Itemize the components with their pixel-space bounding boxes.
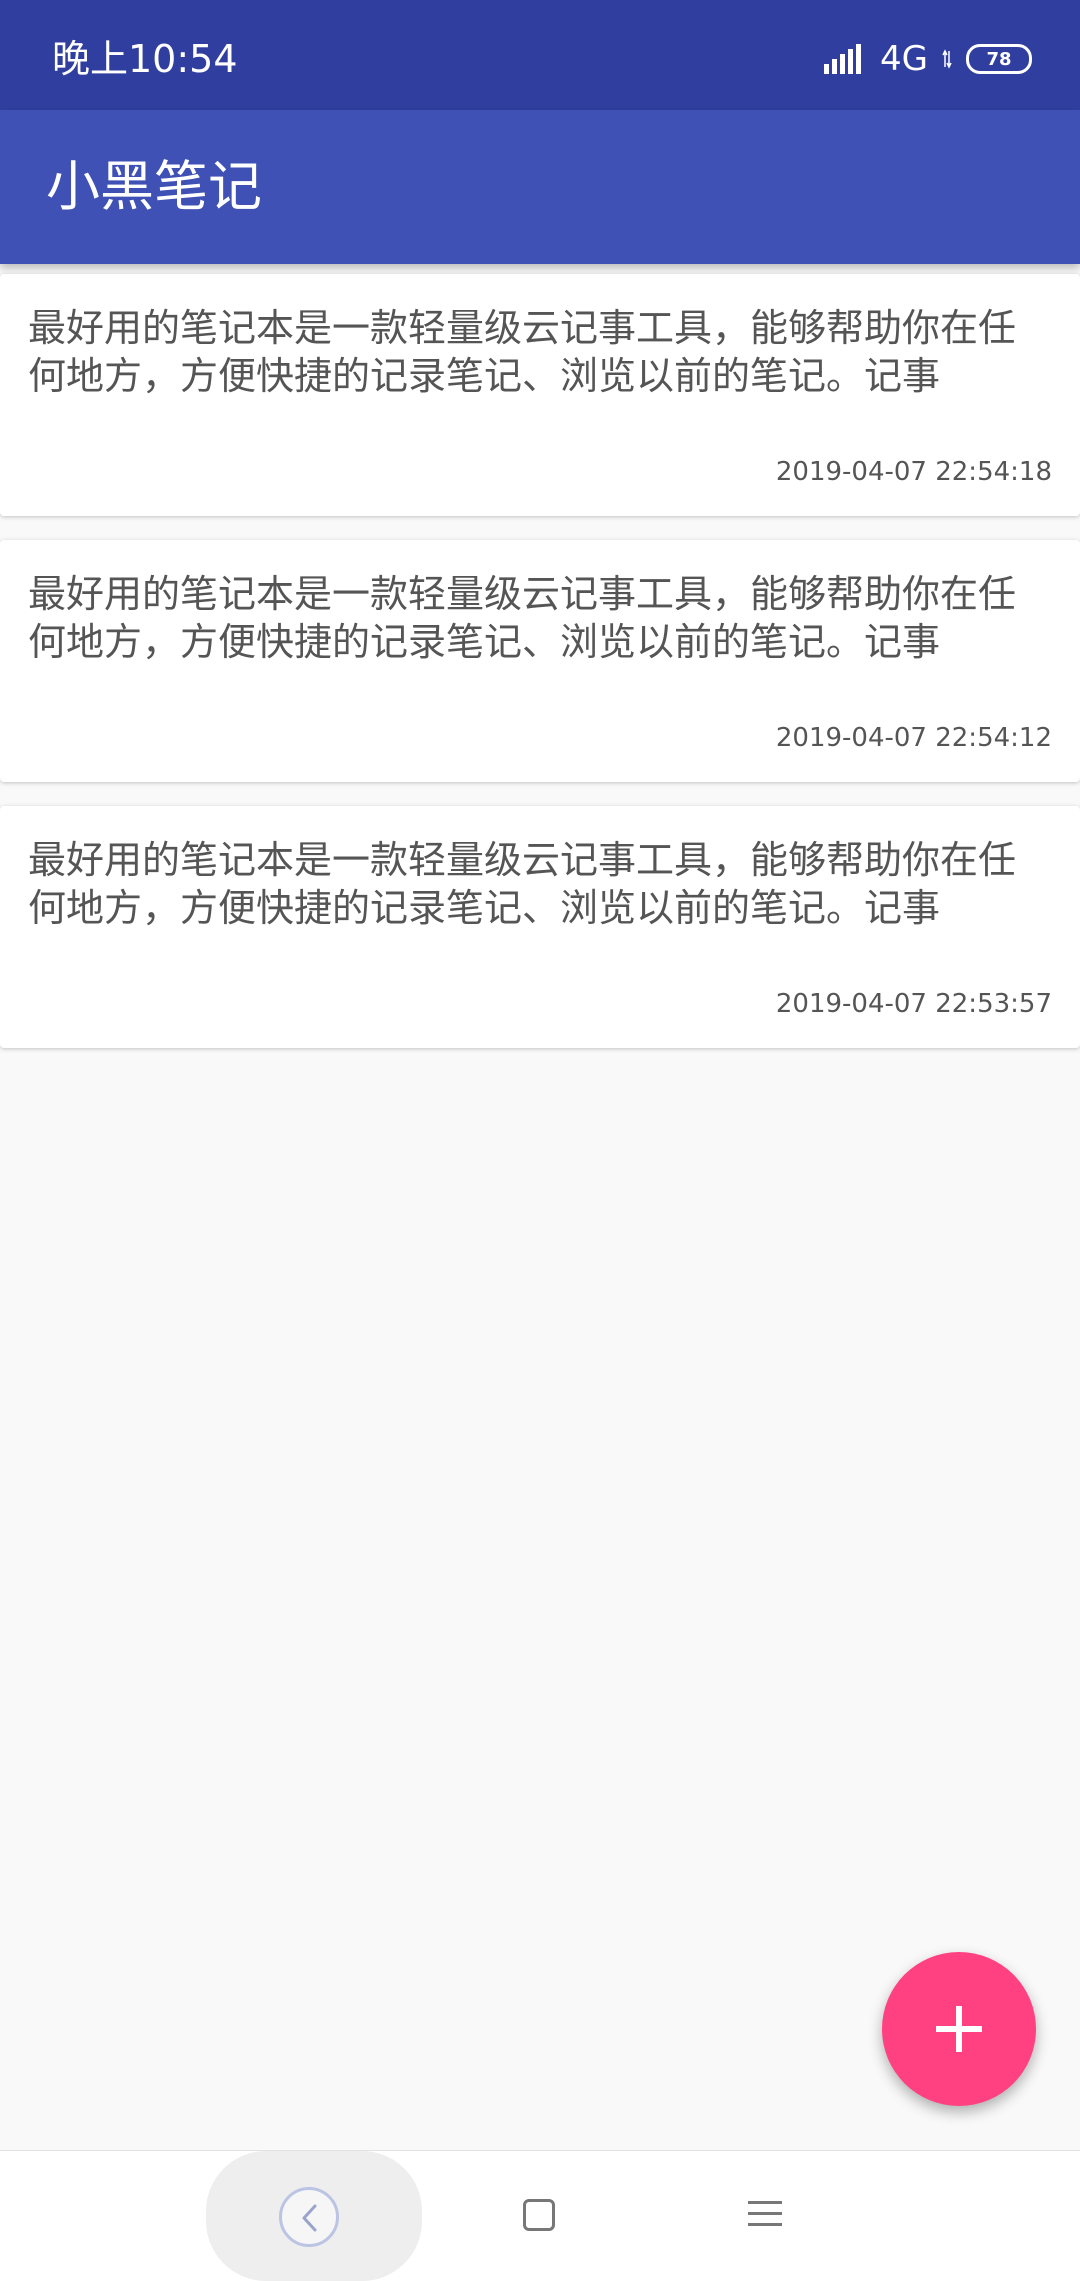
- status-bar: 晚上10:54 4G 78: [0, 0, 1080, 110]
- app-bar: 小黑笔记: [0, 110, 1080, 264]
- home-button[interactable]: [523, 2199, 555, 2231]
- status-indicators: 4G 78: [824, 36, 1032, 82]
- battery-level: 78: [986, 48, 1012, 70]
- note-text: 最好用的笔记本是一款轻量级云记事工具，能够帮助你在任何地方，方便快捷的记录笔记、…: [28, 572, 1017, 664]
- note-card[interactable]: 最好用的笔记本是一款轻量级云记事工具，能够帮助你在任何地方，方便快捷的记录笔记、…: [0, 274, 1080, 516]
- back-icon: [302, 2204, 317, 2232]
- plus-icon: [936, 2006, 982, 2052]
- note-time: 2019-04-07 22:54:18: [775, 457, 1052, 487]
- note-time: 2019-04-07 22:54:12: [775, 723, 1052, 753]
- note-time: 2019-04-07 22:53:57: [775, 989, 1052, 1019]
- note-list: 最好用的笔记本是一款轻量级云记事工具，能够帮助你在任何地方，方便快捷的记录笔记、…: [0, 274, 1080, 1072]
- signal-bars-icon: [824, 44, 862, 74]
- navigation-bar: [0, 2150, 1080, 2281]
- data-arrows-icon: [942, 49, 952, 69]
- network-type: 4G: [880, 39, 928, 79]
- status-time: 晚上10:54: [52, 37, 238, 81]
- note-card[interactable]: 最好用的笔记本是一款轻量级云记事工具，能够帮助你在任何地方，方便快捷的记录笔记、…: [0, 806, 1080, 1048]
- note-text: 最好用的笔记本是一款轻量级云记事工具，能够帮助你在任何地方，方便快捷的记录笔记、…: [28, 838, 1017, 930]
- add-note-button[interactable]: [882, 1952, 1036, 2106]
- note-card[interactable]: 最好用的笔记本是一款轻量级云记事工具，能够帮助你在任何地方，方便快捷的记录笔记、…: [0, 540, 1080, 782]
- menu-icon: [748, 2201, 782, 2226]
- note-text: 最好用的笔记本是一款轻量级云记事工具，能够帮助你在任何地方，方便快捷的记录笔记、…: [28, 306, 1017, 398]
- battery-icon: 78: [966, 44, 1032, 74]
- page-title: 小黑笔记: [46, 155, 262, 218]
- back-button[interactable]: [279, 2187, 339, 2247]
- menu-button[interactable]: [748, 2199, 782, 2233]
